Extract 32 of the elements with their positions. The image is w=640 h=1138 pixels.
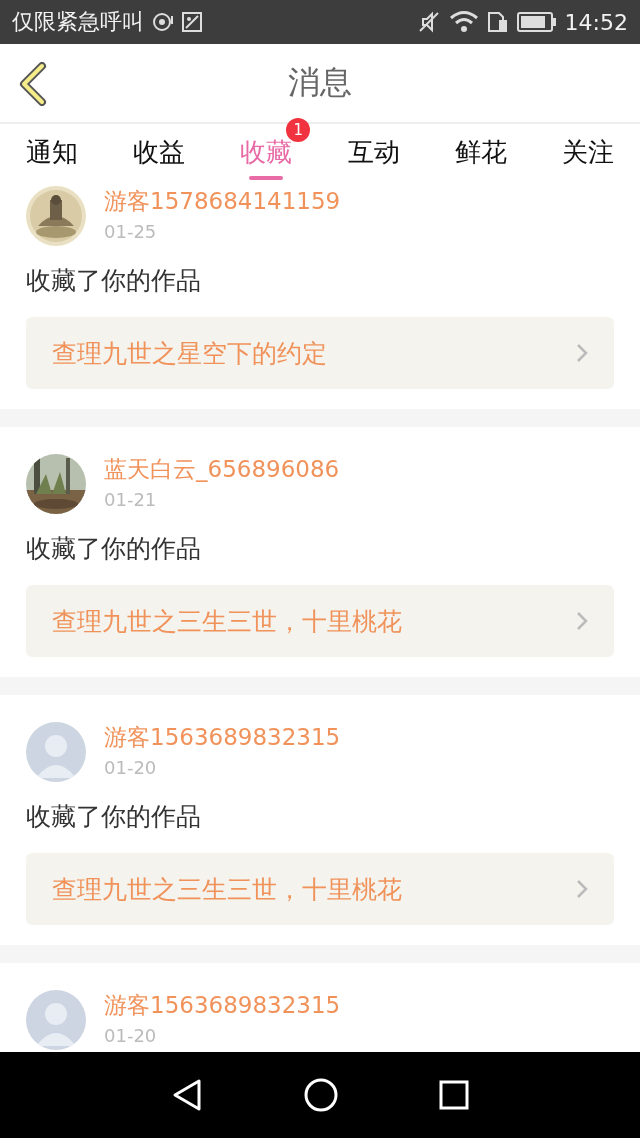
chevron-icon: [576, 879, 588, 899]
clock: 14:52: [564, 9, 628, 35]
user-name: 游客1563689832315: [104, 723, 341, 752]
status-text: 仅限紧急呼叫: [12, 8, 144, 36]
message-date: 01-20: [104, 757, 158, 778]
sim-icon: [486, 10, 509, 34]
message-text: 收藏了你的作品: [26, 801, 202, 833]
user-name: 蓝天白云_656896086: [104, 455, 340, 484]
avatar-icon: [26, 722, 86, 782]
message-text: 收藏了你的作品: [26, 533, 202, 565]
tab[interactable]: 关注: [561, 124, 614, 180]
page-title: 消息: [288, 62, 352, 103]
recents-icon[interactable]: [439, 1080, 470, 1110]
hotspot-icon: [152, 12, 174, 32]
message-date: 01-21: [104, 489, 158, 510]
tab[interactable]: 收益: [133, 124, 186, 180]
image-icon: [182, 12, 202, 32]
count-badge: 1: [286, 118, 311, 142]
message-date: 01-25: [104, 221, 158, 242]
wifi-icon: [448, 10, 479, 34]
avatar-icon: [26, 990, 86, 1050]
battery-icon: [516, 12, 557, 32]
home-icon[interactable]: [304, 1078, 338, 1112]
tab[interactable]: 互动: [347, 124, 400, 180]
chevron-icon: [576, 611, 588, 631]
user-name: 游客1578684141159: [104, 187, 341, 216]
tab[interactable]: 鲜花: [454, 124, 507, 180]
tab[interactable]: 通知: [26, 124, 78, 180]
message-date: 01-20: [104, 1025, 158, 1046]
message-text: 收藏了你的作品: [26, 265, 202, 297]
user-name: 游客1563689832315: [104, 991, 341, 1020]
chevron-icon: [576, 343, 588, 363]
